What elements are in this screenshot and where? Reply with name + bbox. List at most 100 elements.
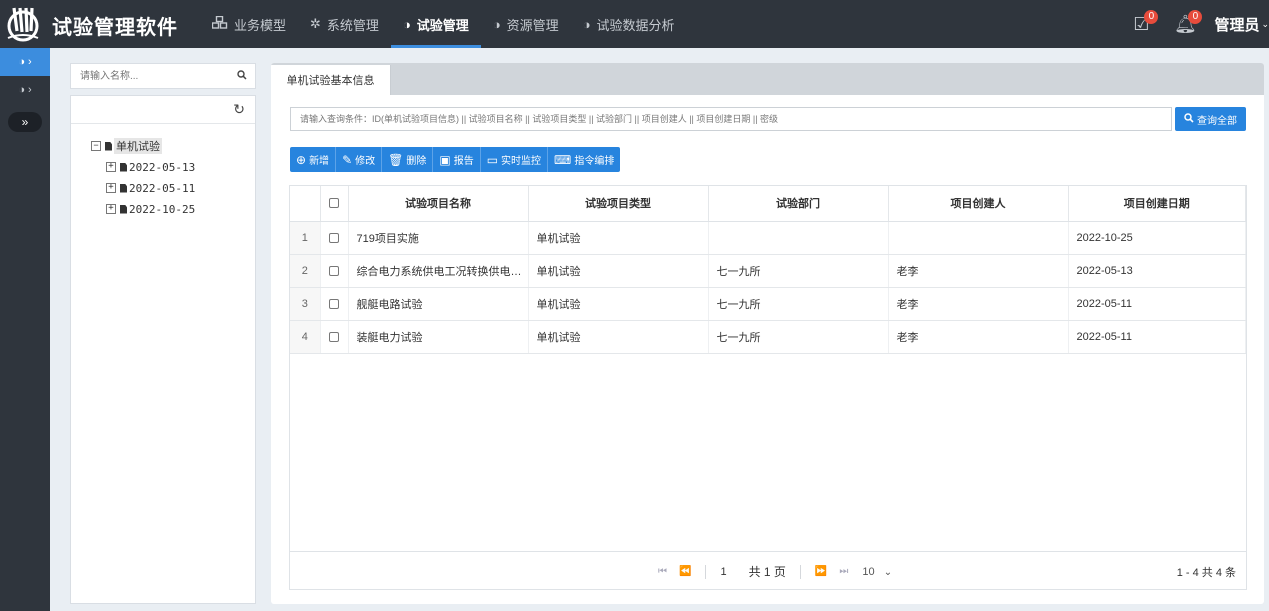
cell-dept: 七一九所 <box>708 320 889 354</box>
main-panel: 单机试验基本信息 请输入查询条件：ID(单机试验项目信息) || 试验项目名称 … <box>271 63 1264 604</box>
table-row[interactable]: 4 装艇电力试验 单机试验 七一九所 老李 2022-05-11 <box>290 320 1246 354</box>
cell-name: 719项目实施 <box>348 221 529 255</box>
cell-type: 单机试验 <box>528 287 709 321</box>
command-label: 指令编排 <box>574 156 615 167</box>
table-row[interactable]: 1 719项目实施 单机试验 2022-10-25 <box>290 221 1246 255</box>
cell-date: 2022-05-13 <box>1068 254 1246 288</box>
tree-node-label: 2022-05-11 <box>129 181 196 195</box>
cell-name: 舰艇电路试验 <box>348 287 529 321</box>
column-header[interactable]: 项目创建日期 <box>1068 186 1246 222</box>
column-header[interactable]: 试验项目名称 <box>348 186 529 222</box>
tree: − 单机试验 + 2022-05-13 + 2022-05-11 + 2022-… <box>71 124 255 217</box>
word-document-icon: ▣ <box>439 152 451 167</box>
collapse-icon[interactable]: − <box>91 141 101 151</box>
sidebar-item-test-management[interactable]: ◑ › <box>0 48 50 76</box>
tree-header: ↻ <box>71 96 255 124</box>
half-circle-icon: ◑ <box>492 16 501 32</box>
tree-box: ↻ − 单机试验 + 2022-05-13 + 2022-05-11 + 202… <box>70 95 256 604</box>
half-circle-icon: ◑ <box>582 16 591 32</box>
nav-test-data-analysis[interactable]: ◑ 试验数据分析 <box>571 0 687 48</box>
half-circle-icon: ◑ › <box>18 56 32 68</box>
row-checkbox[interactable] <box>320 221 349 255</box>
tree-search <box>70 63 256 89</box>
query-input[interactable]: 请输入查询条件：ID(单机试验项目信息) || 试验项目名称 || 试验项目类型… <box>290 107 1172 131</box>
file-icon <box>120 183 127 193</box>
tab-strip: 单机试验基本信息 <box>271 63 1264 95</box>
tree-node-label: 单机试验 <box>114 138 162 154</box>
page-size-value: 10 <box>862 565 875 578</box>
query-row: 请输入查询条件：ID(单机试验项目信息) || 试验项目名称 || 试验项目类型… <box>290 107 1246 131</box>
expand-icon[interactable]: + <box>106 183 116 193</box>
current-page[interactable]: 1 <box>720 566 726 578</box>
tree-node-root[interactable]: − 单机试验 <box>91 138 255 154</box>
delete-button[interactable]: 🗑︎ 删除 <box>382 147 434 172</box>
search-icon <box>1184 112 1194 126</box>
double-chevron-right-icon: » <box>21 115 29 129</box>
monitor-button[interactable]: ▭ 实时监控 <box>480 147 549 172</box>
cell-dept <box>708 221 889 255</box>
edit-label: 修改 <box>355 156 376 167</box>
pagination-controls: ⏮ ⏪ 1 共 1 页 ⏩ ⏭ 10 ⌄ <box>652 563 892 580</box>
prev-page-icon[interactable]: ⏪ <box>679 566 691 577</box>
top-bar: 试验管理软件 业务模型 ✲ 系统管理 ◑ 试验管理 ◑ 资源管理 ◑ 试验数据分… <box>0 0 1269 48</box>
nav-label: 资源管理 <box>506 17 559 33</box>
cell-date: 2022-05-11 <box>1068 320 1246 354</box>
divider <box>705 564 707 579</box>
nav-business-model[interactable]: 业务模型 <box>200 0 298 48</box>
column-header[interactable]: 试验部门 <box>708 186 889 222</box>
first-page-icon[interactable]: ⏮ <box>658 566 667 577</box>
edit-button[interactable]: ✎ 修改 <box>336 147 383 172</box>
sidebar-item-resources[interactable]: ◑ › <box>0 76 50 104</box>
tree-node[interactable]: + 2022-10-25 <box>106 201 255 217</box>
chevron-down-icon: ⌄ <box>1261 18 1269 29</box>
monitor-label: 实时监控 <box>501 156 542 167</box>
table-row[interactable]: 3 舰艇电路试验 单机试验 七一九所 老李 2022-05-11 <box>290 287 1246 321</box>
nav-label: 业务模型 <box>234 17 287 33</box>
row-checkbox[interactable] <box>320 254 349 288</box>
sidebar-collapse-toggle[interactable]: » <box>8 112 42 132</box>
toolbar: ⊕ 新增 ✎ 修改 🗑︎ 删除 ▣ 报告 ▭ 实时监控 ⌨ 指令编排 <box>290 147 621 172</box>
query-all-label: 查询全部 <box>1197 115 1237 127</box>
add-button[interactable]: ⊕ 新增 <box>290 147 337 172</box>
column-header[interactable]: 项目创建人 <box>888 186 1069 222</box>
notifications-button[interactable]: 🔔︎ 0 <box>1170 9 1203 39</box>
monitor-icon: ▭ <box>486 152 499 167</box>
refresh-icon[interactable]: ↻ <box>233 101 245 118</box>
tree-search-input[interactable] <box>71 64 229 88</box>
row-checkbox[interactable] <box>320 287 349 321</box>
gear-icon: ✲ <box>310 16 321 31</box>
nav-test-management[interactable]: ◑ 试验管理 <box>390 0 481 48</box>
nav-system-management[interactable]: ✲ 系统管理 <box>298 0 391 48</box>
cell-type: 单机试验 <box>528 221 709 255</box>
delete-label: 删除 <box>406 156 427 167</box>
chevron-down-icon: ⌄ <box>883 566 893 578</box>
last-page-icon[interactable]: ⏭ <box>839 566 848 577</box>
left-icon-bar: ◑ › ◑ › » <box>0 48 50 611</box>
command-button[interactable]: ⌨ 指令编排 <box>548 147 621 172</box>
report-label: 报告 <box>453 156 474 167</box>
tree-node[interactable]: + 2022-05-13 <box>106 159 255 175</box>
column-header[interactable]: 试验项目类型 <box>528 186 709 222</box>
half-circle-icon: ◑ <box>402 16 411 32</box>
expand-icon[interactable]: + <box>106 204 116 214</box>
tree-node-label: 2022-05-13 <box>129 160 196 174</box>
tree-node[interactable]: + 2022-05-11 <box>106 180 255 196</box>
query-all-button[interactable]: 查询全部 <box>1175 107 1246 131</box>
select-all-checkbox[interactable] <box>320 186 349 222</box>
expand-icon[interactable]: + <box>106 162 116 172</box>
notifications-badge: 0 <box>1188 10 1203 24</box>
report-button[interactable]: ▣ 报告 <box>433 147 481 172</box>
table-row[interactable]: 2 综合电力系统供电工况转换供电试验 单机试验 七一九所 老李 2022-05-… <box>290 254 1246 288</box>
tasks-button[interactable]: ☑ 0 <box>1126 9 1159 39</box>
cell-creator <box>888 221 1069 255</box>
nav-label: 系统管理 <box>326 17 379 33</box>
tab-basic-info[interactable]: 单机试验基本信息 <box>271 65 391 95</box>
nav-resource-management[interactable]: ◑ 资源管理 <box>481 0 571 48</box>
search-icon[interactable] <box>229 69 255 83</box>
page-size-select[interactable]: 10 ⌄ <box>862 566 892 578</box>
row-checkbox[interactable] <box>320 320 349 354</box>
file-icon <box>120 204 127 214</box>
next-page-icon[interactable]: ⏩ <box>815 566 827 577</box>
user-menu[interactable]: 管理员 <box>1214 14 1259 35</box>
nav-label: 试验管理 <box>416 17 469 33</box>
